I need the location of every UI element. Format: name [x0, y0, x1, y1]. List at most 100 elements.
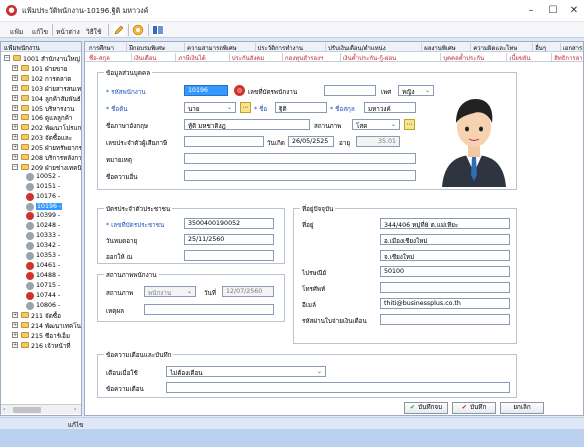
emp-code-field[interactable]: 10196: [184, 85, 228, 96]
expand-icon[interactable]: +: [12, 134, 18, 141]
expand-icon[interactable]: +: [12, 312, 18, 319]
tree-folder-item[interactable]: +105 บริหารงาน: [1, 104, 81, 113]
note-field[interactable]: [184, 153, 416, 164]
birthdate-field[interactable]: 26/05/2525: [288, 136, 334, 147]
tree-employee-item[interactable]: 10353 -: [1, 252, 81, 261]
tree-folder-item[interactable]: +205 ฝ่ายทรัพยากร: [1, 143, 81, 152]
tree-employee-item[interactable]: 10461 -: [1, 261, 81, 271]
tree-employee-item[interactable]: 10488 -: [1, 271, 81, 281]
gender-select[interactable]: หญิง ⌄: [398, 85, 434, 96]
cancel-button[interactable]: ยกเลิก: [500, 402, 544, 414]
tree-folder-item[interactable]: +203 จัดซื้อและ: [1, 133, 81, 142]
tree-folder-item[interactable]: +103 ฝ่ายสารสนเทศ: [1, 84, 81, 93]
tree-employee-item[interactable]: 10715 -: [1, 281, 81, 291]
addr2-field[interactable]: อ.เมืองเชียงใหม่: [380, 234, 510, 245]
grid-icon[interactable]: [152, 24, 164, 36]
marital-lookup-icon[interactable]: ⋯: [404, 119, 415, 130]
prefix-lookup-icon[interactable]: ⋯: [240, 102, 251, 113]
tree-employee-item[interactable]: 10806 -: [1, 301, 81, 311]
tree-employee-item[interactable]: 10399 -: [1, 212, 81, 221]
expiry-field[interactable]: 25/11/2560: [184, 234, 274, 245]
tree-folder-item[interactable]: +101 ฝ่ายขาย: [1, 64, 81, 73]
tree-folder-item[interactable]: +102 การตลาด: [1, 74, 81, 83]
expand-icon[interactable]: +: [12, 332, 18, 339]
tab-tabs_row2-7[interactable]: เบี้ยขยัน: [509, 53, 530, 63]
expand-icon[interactable]: +: [12, 64, 18, 71]
alert-when-select[interactable]: ไม่ต้องเตือน ⌄: [166, 366, 326, 377]
tree-employee-item[interactable]: 10342 -: [1, 242, 81, 251]
tree-employee-item[interactable]: 10333 -: [1, 232, 81, 241]
issuer-field[interactable]: [184, 250, 274, 261]
menu-file[interactable]: แฟ้ม: [10, 26, 23, 37]
tree-folder-item[interactable]: +215 ซีอาร์เอ็ม: [1, 331, 81, 340]
tree-folder-item[interactable]: +106 ดูแลลูกค้า: [1, 113, 81, 122]
tree-employee-item[interactable]: 10744 -: [1, 291, 81, 301]
addr3-field[interactable]: จ.เชียงใหม่: [380, 250, 510, 261]
zip-field[interactable]: 50100: [380, 266, 510, 277]
tree-employee-item[interactable]: 10248 -: [1, 222, 81, 231]
expand-icon[interactable]: +: [12, 154, 18, 160]
tree-folder-item[interactable]: +104 ลูกค้าสัมพันธ์: [1, 94, 81, 103]
scroll-right-icon[interactable]: ›: [74, 406, 76, 413]
expand-icon[interactable]: +: [12, 104, 18, 111]
tree-employee-item[interactable]: 10151 -: [1, 182, 81, 192]
tree-folder-item[interactable]: +214 พัฒนาเทคโนโลยี: [1, 321, 81, 330]
expand-icon[interactable]: +: [12, 124, 18, 131]
expand-icon[interactable]: +: [12, 144, 18, 151]
card-no-field[interactable]: [324, 85, 376, 96]
tab-tabs_row2-2[interactable]: ภาษีเงินได้: [178, 53, 205, 63]
reason-field[interactable]: [144, 304, 274, 315]
expand-icon[interactable]: +: [12, 94, 18, 101]
marital-select[interactable]: โสด ⌄: [352, 119, 400, 130]
menu-window[interactable]: หน้าต่าง: [56, 26, 80, 37]
tab-tabs_row2-6[interactable]: บุคคลค้ำประกัน: [443, 53, 484, 63]
menu-help[interactable]: วิธีใช้: [86, 26, 101, 37]
tab-tabs_row2-1[interactable]: เงินเดือน: [134, 53, 157, 63]
target-icon[interactable]: ◎: [234, 85, 245, 96]
tree-folder-item[interactable]: +208 บริการหลังการขาย: [1, 153, 81, 162]
expand-icon[interactable]: +: [12, 84, 18, 91]
tree-folder-item[interactable]: +216 เจ้าหน้าที่: [1, 341, 81, 350]
expand-icon[interactable]: +: [12, 342, 18, 349]
email-field[interactable]: thiti@businessplus.co.th: [380, 298, 510, 309]
pencil-icon[interactable]: [113, 24, 125, 36]
last-name-field[interactable]: มหาวงค์: [364, 102, 416, 113]
expand-icon[interactable]: +: [12, 322, 18, 329]
tree-folder-item[interactable]: +202 พัฒนาโปรแกรม: [1, 123, 81, 132]
state-select[interactable]: พนักงาน ⌄: [144, 286, 196, 297]
addr1-field[interactable]: 344/406 หมู่ที่8 ต.แม่เหียะ: [380, 218, 510, 229]
tree-employee-item[interactable]: 10196 -: [1, 202, 81, 212]
minimize-button[interactable]: –: [524, 4, 538, 18]
scroll-thumb[interactable]: [13, 407, 41, 413]
tab-tabs_row2-0[interactable]: ชื่อ-สกุล: [89, 53, 110, 63]
phone-field[interactable]: [380, 282, 510, 293]
tab-tabs_row2-4[interactable]: กองทุนสำรองฯ: [285, 53, 323, 63]
tab-tabs_row2-3[interactable]: ประกันสังคม: [232, 53, 265, 63]
tree-employee-item[interactable]: 10176 -: [1, 192, 81, 202]
maximize-button[interactable]: ☐: [546, 4, 560, 18]
save-close-button[interactable]: ✔ บันทึกจบ: [404, 402, 448, 414]
first-name-field[interactable]: ฐิติ: [275, 102, 327, 113]
scroll-left-icon[interactable]: ‹: [3, 406, 5, 413]
alert-msg-field[interactable]: [166, 382, 510, 393]
help-icon[interactable]: [132, 24, 144, 36]
menu-edit[interactable]: แก้ไข: [32, 26, 48, 37]
prefix-select[interactable]: นาย ⌄: [184, 102, 236, 113]
tree-employee-item[interactable]: 10052 -: [1, 172, 81, 182]
save-button[interactable]: ✔ บันทึก: [452, 402, 496, 414]
eng-name-field[interactable]: ทู้ติ มหชาติงฎ: [184, 119, 310, 130]
tree-horizontal-scrollbar[interactable]: ‹ ›: [1, 404, 81, 414]
payslip-pass-field[interactable]: [380, 314, 510, 325]
expand-icon[interactable]: +: [12, 114, 18, 121]
tab-tabs_row2-8[interactable]: สิทธิการลา: [554, 53, 583, 63]
collapse-icon[interactable]: −: [4, 55, 10, 61]
close-button[interactable]: ✕: [567, 4, 581, 18]
tab-tabs_row2-5[interactable]: เงินค้ำประกัน-กู้-ผ่อน: [343, 53, 397, 63]
id-field[interactable]: 3500400190052: [184, 218, 274, 229]
taxid-field[interactable]: [184, 136, 264, 147]
tree-folder-item[interactable]: − 1001 สำนักงานใหญ่: [1, 54, 81, 63]
expand-icon[interactable]: +: [12, 74, 18, 81]
employee-tree[interactable]: แฟ้มพนักงาน −1001 สำนักงานใหญ่ +101 ฝ่ายข…: [0, 41, 82, 416]
state-date-field[interactable]: 12/07/2560: [222, 286, 274, 297]
collapse-icon[interactable]: −: [12, 163, 18, 170]
